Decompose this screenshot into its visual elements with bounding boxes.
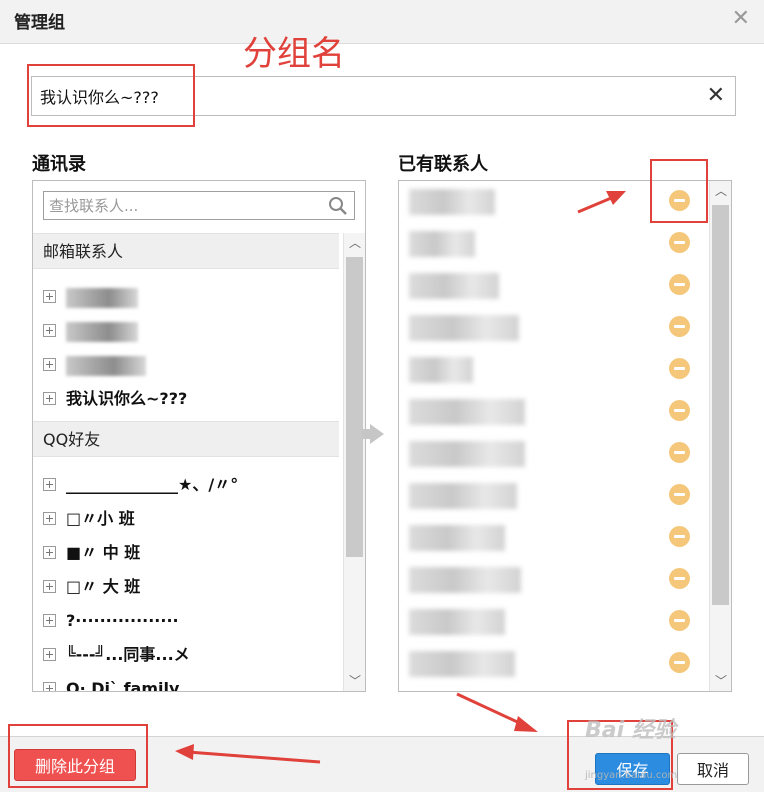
scroll-down-icon[interactable]: ﹀ — [710, 671, 731, 691]
blurred-contact — [66, 287, 138, 308]
blurred-member-name — [409, 441, 525, 467]
title-bar: 管理组 ✕ — [0, 0, 764, 44]
expand-icon[interactable] — [43, 358, 56, 371]
list-item-qq-group[interactable]: O· Di` family — [43, 677, 180, 692]
list-item-qq-group[interactable]: ?················· — [43, 609, 179, 633]
group-label: O· Di` family — [66, 679, 180, 692]
watermark: Bai 经验 — [585, 718, 676, 743]
blurred-member-name — [409, 357, 473, 383]
group-label: □〃 大 班 — [66, 577, 141, 596]
expand-icon[interactable] — [43, 682, 56, 691]
blurred-member-name — [409, 273, 499, 299]
list-item-email-contact[interactable] — [43, 285, 138, 309]
remove-member-icon[interactable] — [669, 568, 690, 589]
blurred-member-name — [409, 651, 515, 677]
blurred-contact — [66, 321, 138, 342]
expand-icon[interactable] — [43, 324, 56, 337]
expand-icon[interactable] — [43, 580, 56, 593]
members-scrollbar[interactable]: ︿ ﹀ — [709, 181, 731, 691]
move-right-icon[interactable] — [362, 424, 384, 444]
expand-icon[interactable] — [43, 512, 56, 525]
annotation-box-delete — [8, 724, 148, 788]
clear-icon[interactable]: ✕ — [707, 83, 725, 108]
list-item-qq-group[interactable]: □〃 大 班 — [43, 575, 140, 599]
remove-member-icon[interactable] — [669, 316, 690, 337]
group-label: □〃小 班 — [66, 509, 135, 528]
list-item-email-contact[interactable] — [43, 319, 138, 343]
arrow-to-save — [456, 692, 538, 732]
blurred-member-name — [409, 525, 505, 551]
scroll-down-icon[interactable]: ﹀ — [344, 671, 365, 691]
window-title: 管理组 — [14, 13, 65, 33]
expand-icon[interactable] — [43, 290, 56, 303]
list-item-email-contact[interactable]: 我认识你么~??? — [43, 387, 187, 411]
list-item-qq-group[interactable]: ______________★、/〃° — [43, 473, 238, 497]
contact-search-input[interactable] — [49, 196, 319, 216]
blurred-contact — [66, 355, 146, 376]
annotation-box-name — [27, 64, 195, 127]
group-label: ?················· — [66, 611, 179, 630]
section-email-contacts[interactable]: 邮箱联系人 — [33, 233, 339, 269]
group-label: ______________★、/〃° — [66, 475, 239, 494]
contact-search-box[interactable] — [43, 191, 355, 220]
members-panel: ︿ ﹀ — [398, 180, 732, 692]
remove-member-icon[interactable] — [669, 526, 690, 547]
scroll-thumb[interactable] — [712, 205, 729, 605]
section-qq-friends[interactable]: QQ好友 — [33, 421, 339, 457]
remove-member-icon[interactable] — [669, 610, 690, 631]
remove-member-icon[interactable] — [669, 442, 690, 463]
group-label: ■〃 中 班 — [66, 543, 141, 562]
expand-icon[interactable] — [43, 648, 56, 661]
scroll-up-icon[interactable]: ︿ — [344, 233, 365, 253]
remove-member-icon[interactable] — [669, 358, 690, 379]
remove-member-icon[interactable] — [669, 274, 690, 295]
address-book-title: 通讯录 — [32, 154, 86, 175]
blurred-member-name — [409, 231, 475, 257]
contact-name: 我认识你么~??? — [66, 389, 188, 408]
address-book-panel: 邮箱联系人 我认识你么~??? QQ好友 ______________★、/〃°… — [32, 180, 366, 692]
list-item-qq-group[interactable]: □〃小 班 — [43, 507, 135, 531]
remove-member-icon[interactable] — [669, 652, 690, 673]
blurred-member-name — [409, 399, 525, 425]
remove-member-icon[interactable] — [669, 484, 690, 505]
close-icon[interactable]: ✕ — [732, 6, 750, 31]
list-item-email-contact[interactable] — [43, 353, 146, 377]
expand-icon[interactable] — [43, 478, 56, 491]
remove-member-icon[interactable] — [669, 400, 690, 421]
blurred-member-name — [409, 609, 505, 635]
annotation-box-remove — [650, 159, 708, 223]
annotation-label: 分组名 — [243, 34, 345, 74]
blurred-member-name — [409, 315, 519, 341]
cancel-button[interactable]: 取消 — [677, 753, 749, 785]
list-item-qq-group[interactable]: ╚---╝...同事...メ — [43, 643, 190, 667]
scroll-up-icon[interactable]: ︿ — [710, 181, 731, 201]
address-book-scrollbar[interactable]: ︿ ﹀ — [343, 233, 365, 691]
blurred-member-name — [409, 483, 517, 509]
remove-member-icon[interactable] — [669, 232, 690, 253]
expand-icon[interactable] — [43, 614, 56, 627]
scroll-thumb[interactable] — [346, 257, 363, 557]
expand-icon[interactable] — [43, 546, 56, 559]
blurred-member-name — [409, 189, 495, 215]
expand-icon[interactable] — [43, 392, 56, 405]
list-item-qq-group[interactable]: ■〃 中 班 — [43, 541, 140, 565]
search-icon[interactable] — [328, 196, 348, 216]
members-title: 已有联系人 — [398, 154, 488, 175]
group-label: ╚---╝...同事...メ — [66, 645, 190, 664]
watermark-sub: jingyan.baidu.com — [585, 770, 678, 781]
blurred-member-name — [409, 567, 521, 593]
